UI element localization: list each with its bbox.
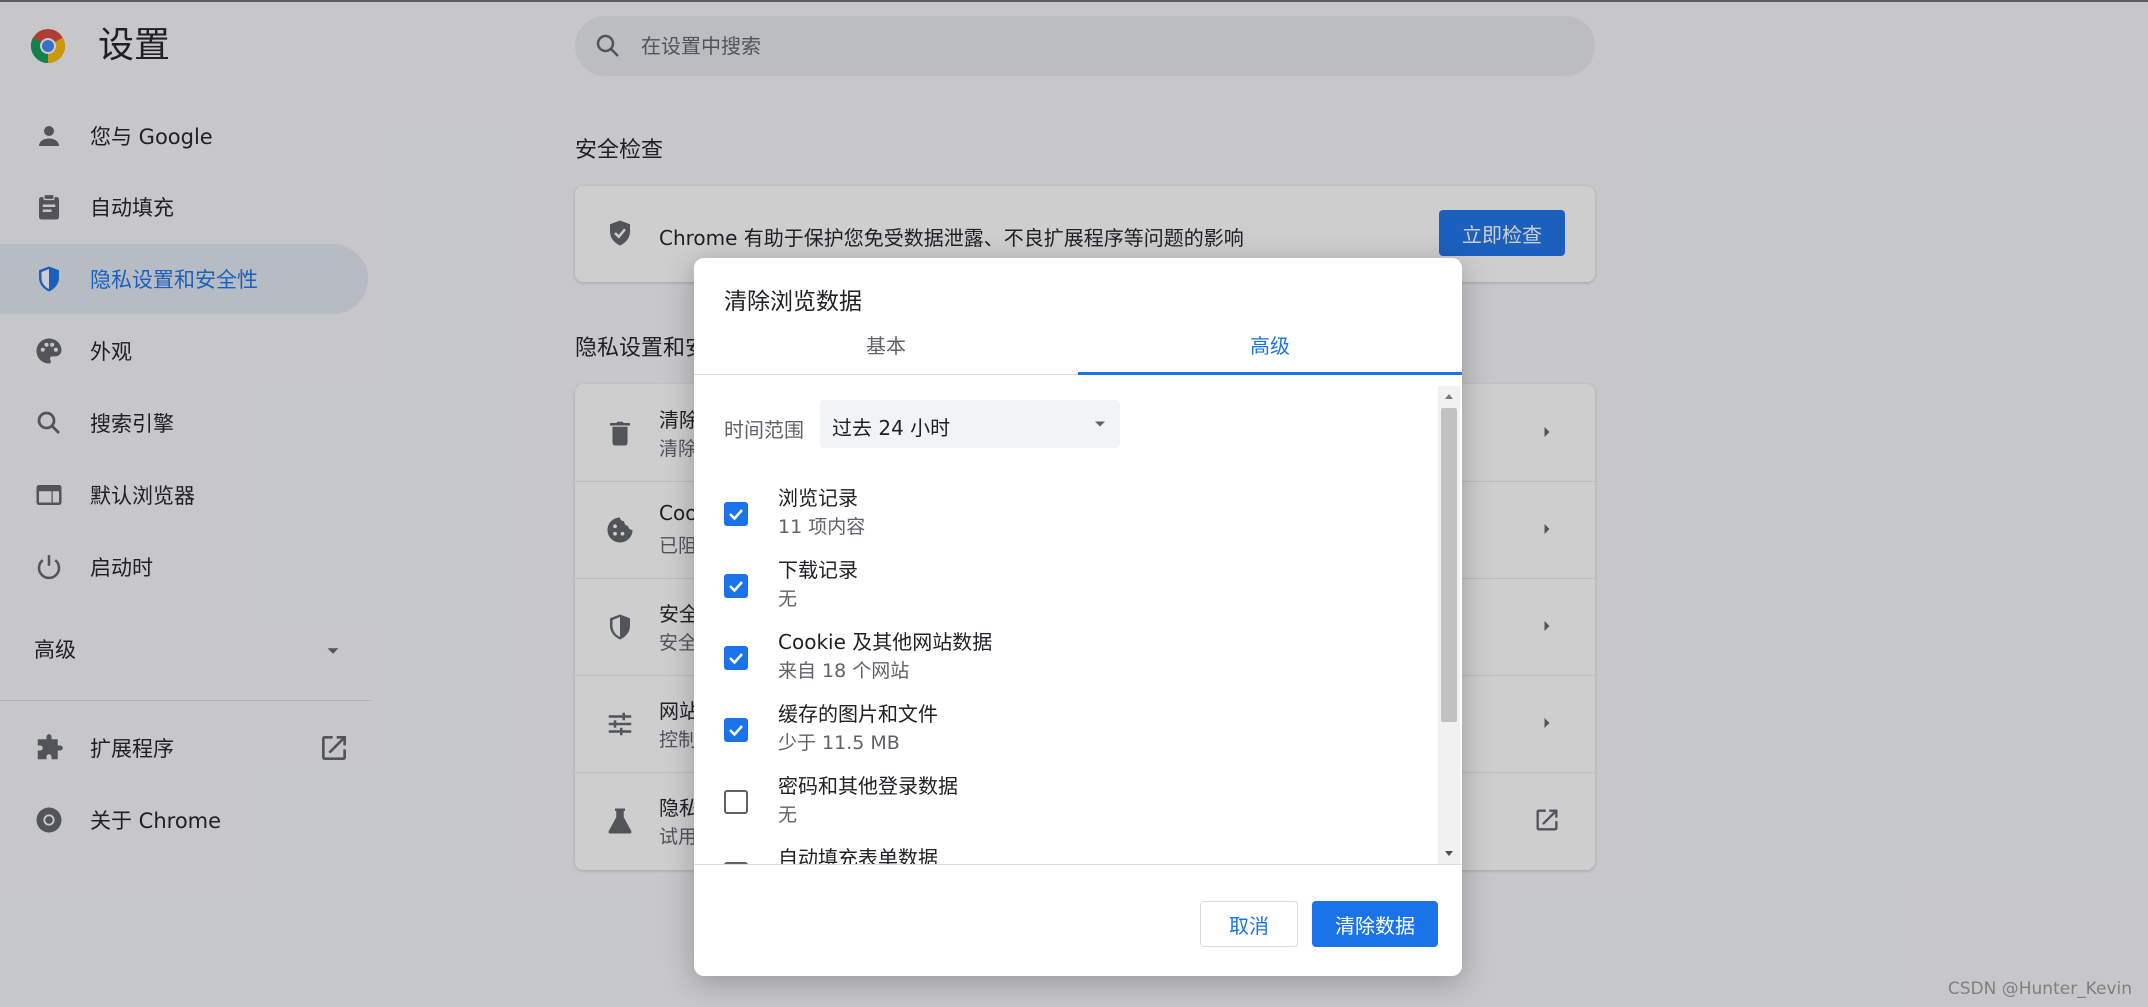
dialog-title: 清除浏览数据 [724,289,862,315]
checkbox-unchecked[interactable] [724,790,748,814]
check-icon [729,509,743,521]
checkbox-checked[interactable] [724,646,748,670]
checkbox-checked[interactable] [724,502,748,526]
time-range-label: 时间范围 [724,418,804,442]
watermark: CSDN @Hunter_Kevin [1947,979,2132,999]
option-subtitle: 无 [778,804,798,826]
option-subtitle: 11 项内容 [778,516,866,538]
option-subtitle: 无 [778,588,798,610]
check-icon [729,725,743,737]
time-range-select[interactable]: 过去 24 小时 [820,400,1120,448]
option-subtitle: 少于 11.5 MB [778,732,900,754]
cancel-button[interactable]: 取消 [1200,901,1298,947]
check-icon [729,581,743,593]
scrollbar-thumb[interactable] [1441,408,1457,722]
option-cached-images[interactable]: 缓存的图片和文件 少于 11.5 MB [694,698,1434,770]
check-icon [729,653,743,665]
option-title: Cookie 及其他网站数据 [778,630,993,654]
option-title: 下载记录 [778,558,858,582]
time-range-value: 过去 24 小时 [832,416,951,440]
option-subtitle: 来自 18 个网站 [778,660,910,682]
scroll-up-arrow-icon[interactable] [1444,392,1454,402]
checkbox-checked[interactable] [724,574,748,598]
option-autofill-form-data[interactable]: 自动填充表单数据 [694,842,1434,864]
option-title: 浏览记录 [778,486,858,510]
option-title: 密码和其他登录数据 [778,774,958,798]
caret-down-icon [1095,421,1105,427]
option-passwords[interactable]: 密码和其他登录数据 无 [694,770,1434,842]
option-cookies[interactable]: Cookie 及其他网站数据 来自 18 个网站 [694,626,1434,698]
dialog-scrollbar[interactable] [1438,386,1460,864]
dialog-scroll-content[interactable]: 时间范围 过去 24 小时 浏览记录 11 项内容 下载记录 无 Cookie … [694,384,1462,864]
clear-browsing-data-dialog: 清除浏览数据 基本 高级 时间范围 过去 24 小时 浏览记录 11 项内容 下… [694,258,1462,976]
scroll-down-arrow-icon[interactable] [1444,848,1454,858]
option-browsing-history[interactable]: 浏览记录 11 项内容 [694,482,1434,554]
clear-data-button[interactable]: 清除数据 [1312,901,1438,947]
dialog-tabs: 基本 高级 [694,324,1462,375]
option-title: 自动填充表单数据 [778,846,938,864]
option-title: 缓存的图片和文件 [778,702,938,726]
dialog-footer: 取消 清除数据 [694,864,1462,976]
tab-basic[interactable]: 基本 [694,324,1078,372]
option-download-history[interactable]: 下载记录 无 [694,554,1434,626]
tab-advanced[interactable]: 高级 [1078,324,1462,375]
checkbox-checked[interactable] [724,718,748,742]
